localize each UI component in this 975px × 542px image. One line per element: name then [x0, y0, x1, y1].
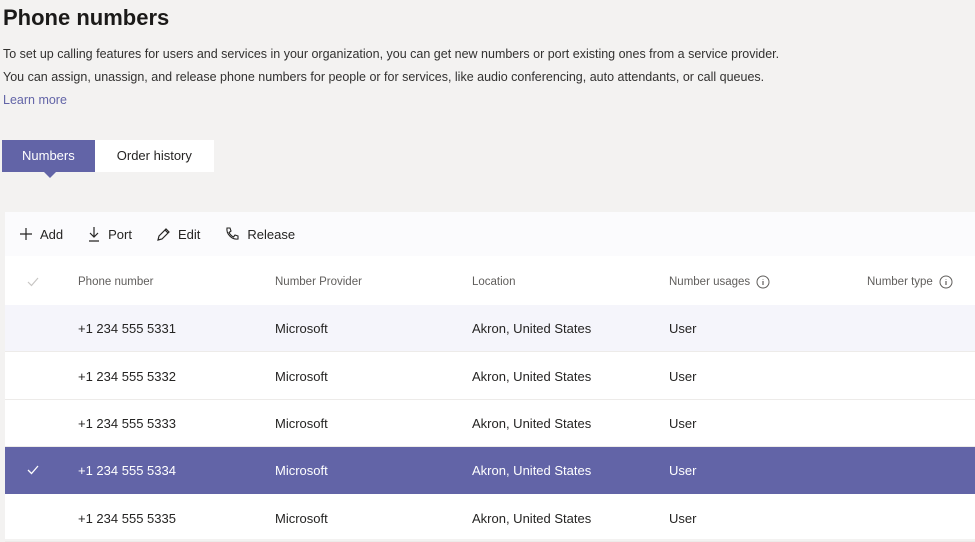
table-row[interactable]: +1 234 555 5335 Microsoft Akron, United …	[5, 495, 975, 542]
provider-cell: Microsoft	[275, 462, 328, 478]
row-checkbox[interactable]	[27, 495, 57, 541]
description-text: To set up calling features for users and…	[3, 47, 780, 84]
provider-cell: Microsoft	[275, 320, 328, 336]
location-cell: Akron, United States	[472, 320, 592, 336]
provider-cell: Microsoft	[275, 510, 328, 526]
provider-cell: Microsoft	[275, 415, 328, 431]
edit-label: Edit	[177, 226, 201, 242]
tab-bar: Numbers Order history	[2, 140, 214, 178]
phone-number-cell: +1 234 555 5334	[78, 462, 176, 478]
usage-cell: User	[669, 320, 697, 336]
tab-order-history[interactable]: Order history	[95, 140, 214, 172]
table-row[interactable]: +1 234 555 5331 Microsoft Akron, United …	[5, 305, 975, 352]
table-header: Phone number Number Provider Location Nu…	[5, 260, 975, 304]
add-button[interactable]: Add	[19, 227, 63, 242]
plus-icon	[20, 228, 32, 240]
column-location[interactable]: Location	[472, 260, 515, 304]
column-number-provider[interactable]: Number Provider	[275, 260, 362, 304]
port-label: Port	[108, 226, 132, 242]
pencil-icon	[157, 227, 170, 241]
table-row[interactable]: +1 234 555 5332 Microsoft Akron, United …	[5, 353, 975, 400]
column-number-type[interactable]: Number type	[867, 260, 953, 304]
toolbar: Add Port Edit Release	[5, 212, 975, 256]
location-cell: Akron, United States	[472, 510, 592, 526]
row-checkbox[interactable]	[27, 447, 57, 493]
release-label: Release	[247, 226, 296, 242]
usage-cell: User	[669, 368, 697, 384]
phone-number-cell: +1 234 555 5332	[78, 368, 176, 384]
provider-cell: Microsoft	[275, 368, 328, 384]
info-icon[interactable]	[756, 275, 770, 289]
page-description: To set up calling features for users and…	[3, 43, 793, 112]
phone-number-cell: +1 234 555 5333	[78, 415, 176, 431]
info-icon[interactable]	[939, 275, 953, 289]
row-checkbox[interactable]	[27, 400, 57, 446]
add-label: Add	[40, 226, 64, 242]
usage-cell: User	[669, 462, 697, 478]
phone-icon	[226, 227, 239, 240]
row-checkbox[interactable]	[27, 353, 57, 399]
location-cell: Akron, United States	[472, 462, 592, 478]
location-cell: Akron, United States	[472, 368, 592, 384]
column-number-type-label: Number type	[867, 276, 933, 288]
select-all-checkbox[interactable]	[27, 260, 57, 304]
location-cell: Akron, United States	[472, 415, 592, 431]
column-number-usages-label: Number usages	[669, 276, 751, 288]
row-checkbox[interactable]	[27, 305, 57, 351]
edit-button[interactable]: Edit	[156, 227, 200, 242]
column-phone-number[interactable]: Phone number	[78, 260, 153, 304]
table-row-selected[interactable]: +1 234 555 5334 Microsoft Akron, United …	[5, 447, 975, 494]
table-row[interactable]: +1 234 555 5333 Microsoft Akron, United …	[5, 400, 975, 447]
checkmark-icon	[27, 465, 39, 475]
usage-cell: User	[669, 415, 697, 431]
learn-more-link[interactable]: Learn more	[3, 93, 67, 107]
numbers-panel: Add Port Edit Release Phone number Numbe…	[5, 212, 975, 542]
port-button[interactable]: Port	[87, 226, 132, 242]
usage-cell: User	[669, 510, 697, 526]
phone-number-cell: +1 234 555 5335	[78, 510, 176, 526]
phone-number-cell: +1 234 555 5331	[78, 320, 176, 336]
release-button[interactable]: Release	[224, 226, 295, 242]
download-arrow-icon	[89, 227, 100, 242]
tab-numbers[interactable]: Numbers	[2, 140, 95, 178]
column-number-usages[interactable]: Number usages	[669, 260, 770, 304]
page-title: Phone numbers	[3, 5, 170, 30]
checkmark-icon	[27, 277, 39, 287]
